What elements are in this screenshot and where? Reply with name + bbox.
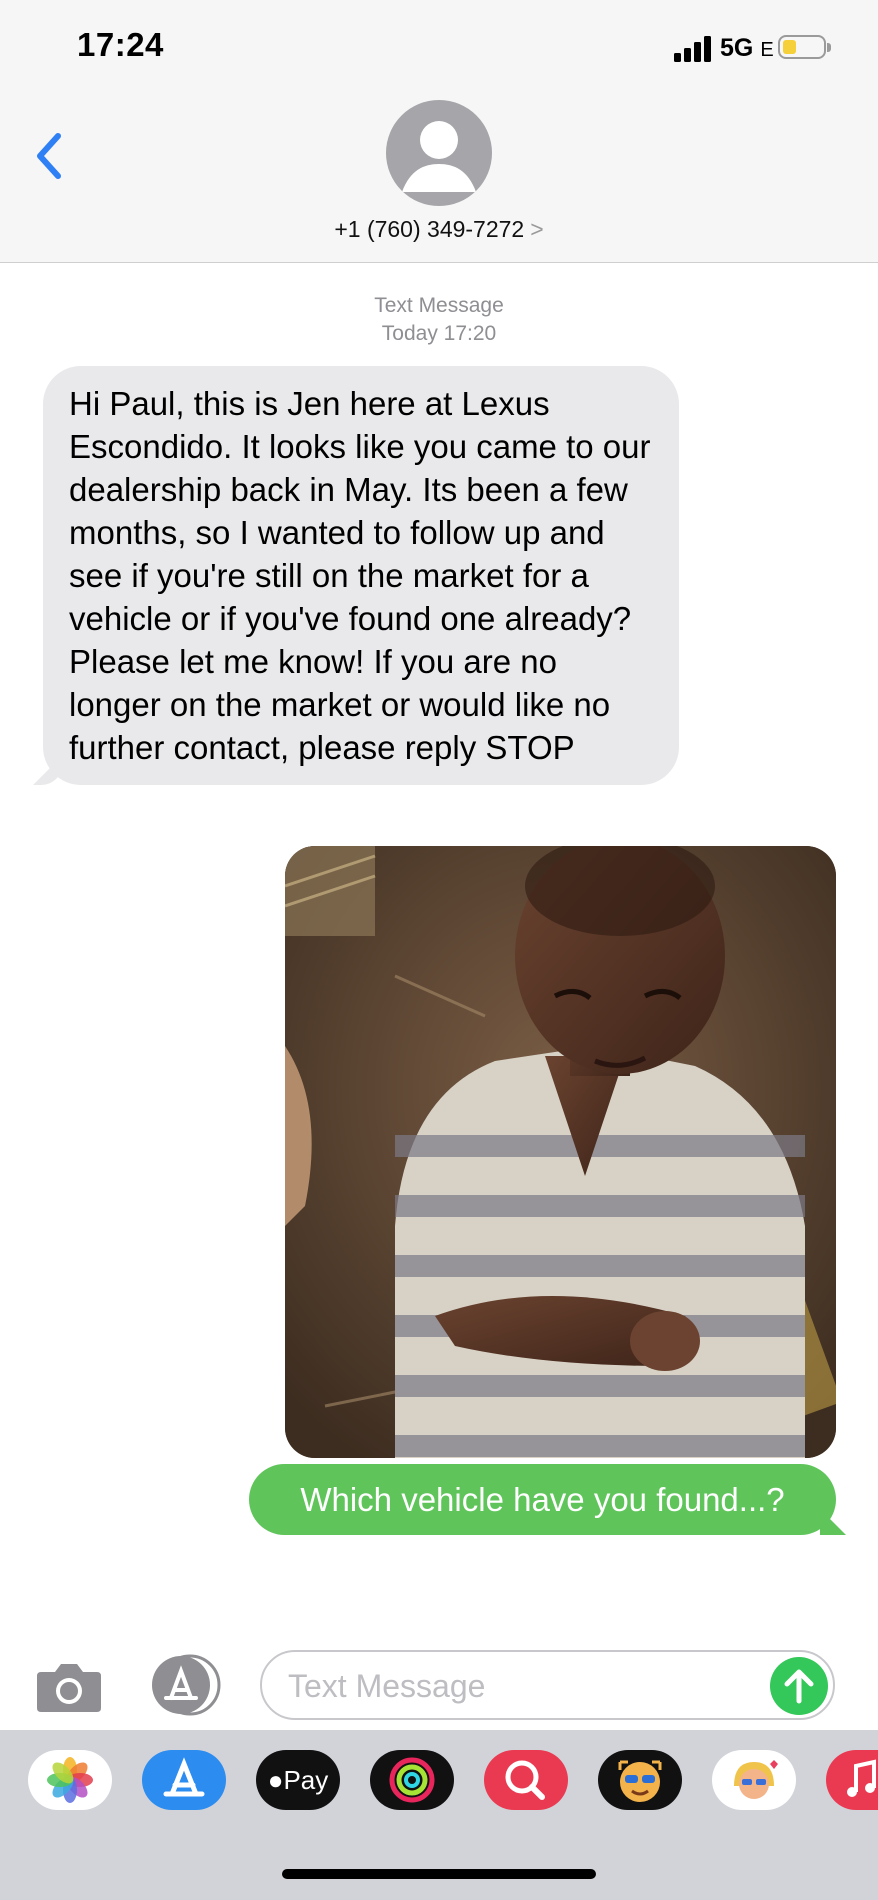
back-button[interactable] (30, 126, 70, 186)
message-input[interactable] (286, 1662, 760, 1710)
app-store-app-button[interactable] (142, 1750, 226, 1810)
memoji-stickers-icon (734, 1760, 778, 1799)
contact-phone[interactable]: +1 (760) 349-7272 > (0, 216, 878, 243)
network-type: 5G (720, 34, 754, 62)
status-time: 17:24 (77, 26, 164, 63)
memoji-stickers-app-button[interactable] (712, 1750, 796, 1810)
compose-bar (0, 1640, 878, 1730)
music-icon (847, 1759, 876, 1797)
arrow-up-icon (784, 1669, 814, 1704)
contact-phone-number: +1 (760) 349-7272 (334, 216, 525, 242)
network-suffix: E (760, 39, 774, 61)
message-timestamp: Today 17:20 (381, 322, 497, 345)
memoji-app-button[interactable] (598, 1750, 682, 1810)
camera-icon (37, 1664, 101, 1712)
status-bar: 17:24 5G E (0, 0, 878, 90)
photos-icon (47, 1757, 93, 1803)
image-search-app-button[interactable] (484, 1750, 568, 1810)
send-button[interactable] (770, 1657, 828, 1715)
battery-nub (827, 43, 831, 52)
photos-app-button[interactable] (28, 1750, 112, 1810)
memoji-icon (618, 1760, 662, 1802)
message-input-field[interactable] (260, 1650, 835, 1720)
contact-avatar[interactable] (386, 100, 492, 206)
apple-pay-app-button[interactable]: ●Pay (256, 1750, 340, 1810)
incoming-message-text: Hi Paul, this is Jen here at Lexus Escon… (69, 385, 651, 766)
music-app-button[interactable] (826, 1750, 878, 1810)
outgoing-message-bubble[interactable]: Which vehicle have you found...? (249, 1464, 836, 1535)
activity-icon (389, 1757, 435, 1803)
app-store-icon (152, 1654, 221, 1716)
person-silhouette-icon (402, 121, 476, 192)
incoming-message-bubble[interactable]: Hi Paul, this is Jen here at Lexus Escon… (43, 366, 679, 785)
app-store-icon (163, 1757, 205, 1797)
chevron-right-icon: > (530, 216, 544, 242)
battery-level (783, 40, 796, 54)
thread-meta: Text Message Today 17:20 (0, 292, 878, 348)
network-indicator: 5G E (720, 34, 774, 63)
conversation-header: +1 (760) 349-7272 > (0, 90, 878, 263)
outgoing-photo[interactable] (285, 846, 836, 1458)
apps-button[interactable] (148, 1654, 224, 1716)
outgoing-message-text: Which vehicle have you found...? (300, 1481, 785, 1518)
image-search-icon (505, 1760, 545, 1800)
battery-icon (778, 35, 831, 59)
camera-button[interactable] (35, 1658, 103, 1714)
apple-pay-icon: ● (267, 1765, 284, 1795)
activity-app-button[interactable] (370, 1750, 454, 1810)
cellular-signal-icon (674, 34, 714, 62)
apple-pay-label: Pay (283, 1765, 329, 1795)
child-photo-image (285, 846, 836, 1458)
message-service-label: Text Message (374, 294, 504, 317)
chevron-left-icon (37, 133, 61, 179)
home-indicator[interactable] (282, 1869, 596, 1879)
